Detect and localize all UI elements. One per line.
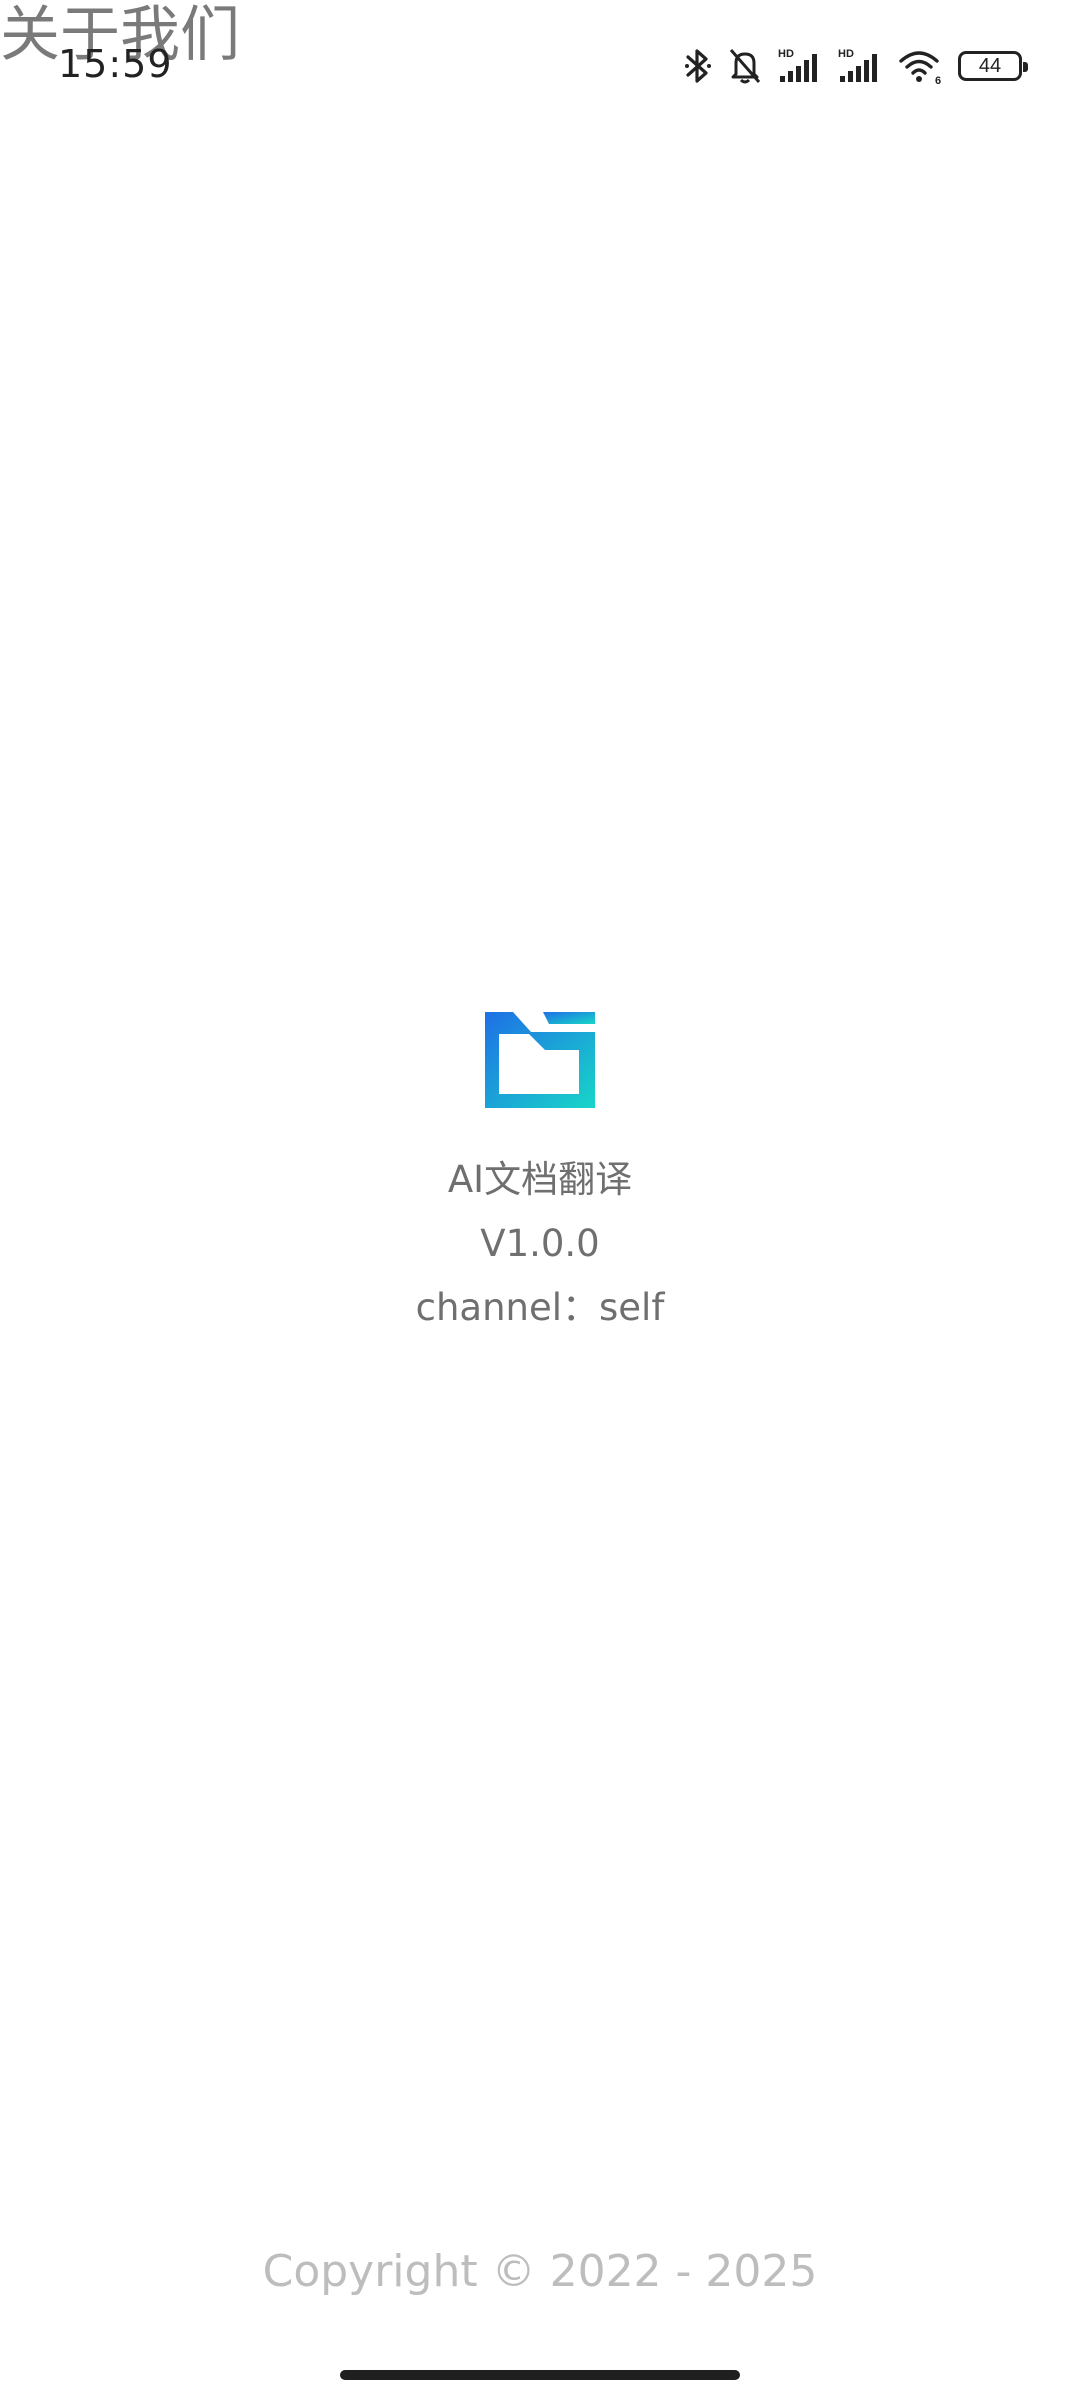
battery-icon: 44 <box>958 51 1028 81</box>
bluetooth-icon <box>685 49 711 83</box>
mute-bell-icon <box>729 49 761 84</box>
copyright-text: Copyright © 2022 - 2025 <box>262 2246 818 2297</box>
folder-logo-icon <box>485 1012 595 1108</box>
svg-text:HD: HD <box>838 48 854 60</box>
app-channel: channel：self <box>415 1286 665 1329</box>
home-indicator[interactable] <box>340 2370 740 2380</box>
status-time: 15:59 <box>58 42 173 86</box>
svg-text:6: 6 <box>935 75 941 86</box>
svg-text:HD: HD <box>778 48 794 60</box>
battery-level: 44 <box>978 55 1002 77</box>
wifi-icon: 6 <box>899 51 941 86</box>
app-name: AI文档翻译 <box>447 1158 633 1201</box>
status-icons: HD HD 6 44 <box>684 44 1028 88</box>
hd-signal-icon: HD <box>778 48 817 82</box>
app-version: V1.0.0 <box>480 1222 600 1265</box>
hd-signal-icon: HD <box>838 48 877 82</box>
